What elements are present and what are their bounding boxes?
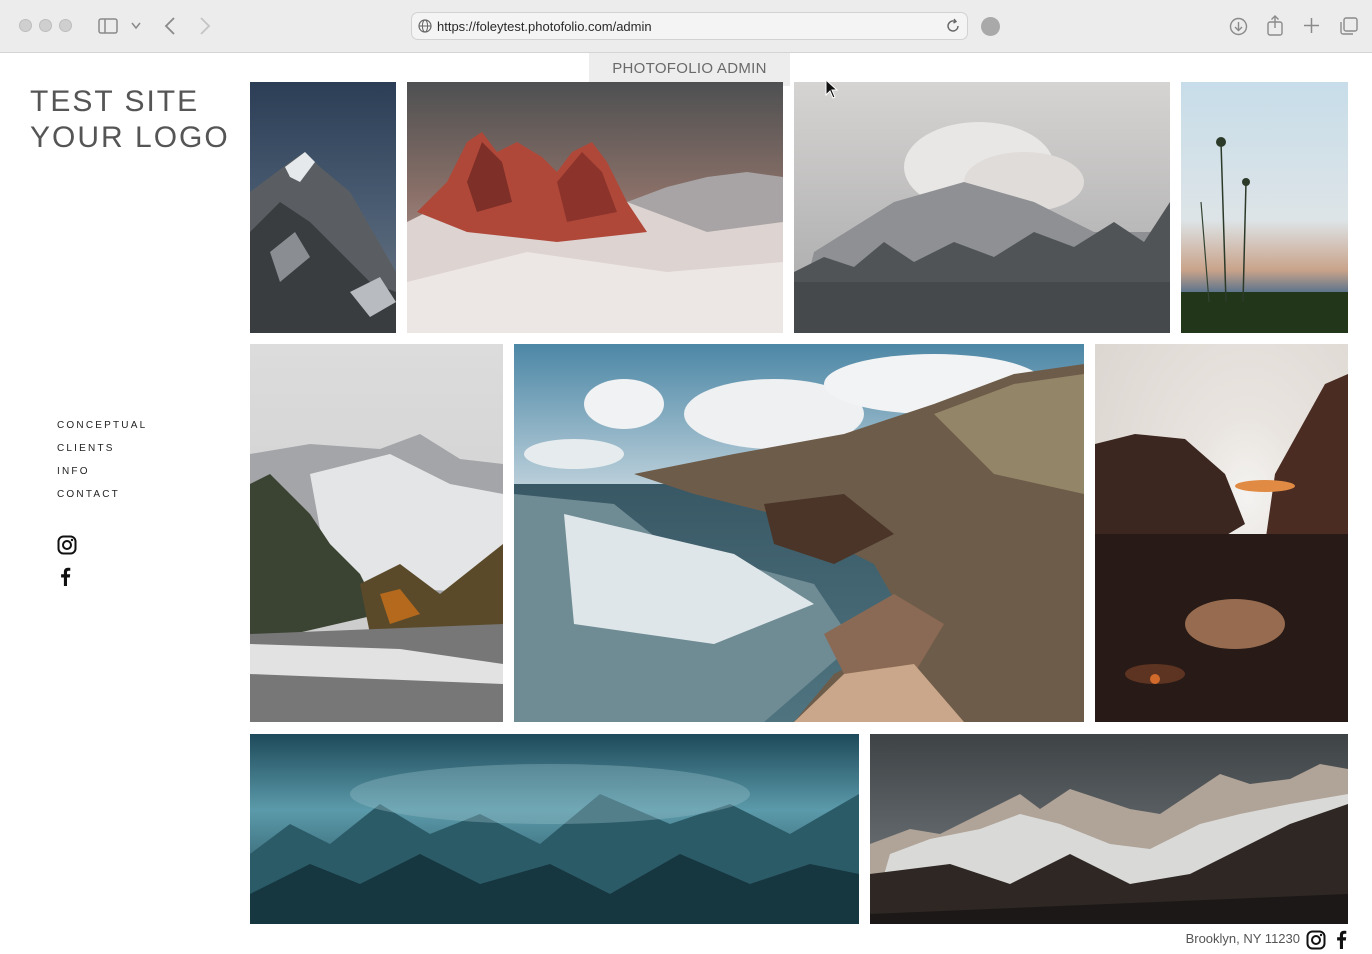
site-logo[interactable]: TEST SITE YOUR LOGO	[30, 84, 230, 156]
facebook-icon[interactable]	[60, 567, 71, 586]
photo-snowy-peak-night[interactable]	[250, 82, 396, 333]
share-icon[interactable]	[1267, 15, 1283, 36]
photo-misty-teal-forest[interactable]	[250, 734, 859, 924]
globe-icon	[418, 19, 432, 33]
footer-location: Brooklyn, NY 11230	[1185, 931, 1300, 946]
zoom-window-button[interactable]	[59, 19, 72, 32]
photo-sunset-rocks[interactable]	[1095, 344, 1348, 722]
logo-line-1: TEST SITE	[30, 85, 200, 118]
mouse-cursor-icon	[825, 79, 839, 99]
footer-instagram-icon[interactable]	[1306, 930, 1326, 950]
reload-icon[interactable]	[945, 18, 961, 34]
photo-cloudy-mountain-forest[interactable]	[794, 82, 1170, 333]
forward-icon[interactable]	[199, 17, 211, 35]
photo-red-rock-mountain[interactable]	[407, 82, 783, 333]
nav-contact[interactable]: CONTACT	[57, 488, 147, 511]
logo-line-2: YOUR LOGO	[30, 121, 230, 154]
tabs-overview-icon[interactable]	[1340, 17, 1358, 35]
back-icon[interactable]	[164, 17, 176, 35]
photo-snowy-valley-river[interactable]	[250, 344, 503, 722]
address-bar[interactable]: https://foleytest.photofolio.com/admin	[411, 12, 968, 40]
photo-grass-silhouette[interactable]	[1181, 82, 1348, 333]
download-icon[interactable]	[1229, 17, 1248, 36]
photo-coastal-cliffs[interactable]	[514, 344, 1084, 722]
minimize-window-button[interactable]	[39, 19, 52, 32]
instagram-icon[interactable]	[57, 535, 77, 555]
nav-info[interactable]: INFO	[57, 465, 147, 488]
footer-facebook-icon[interactable]	[1336, 930, 1347, 949]
sidebar-icon[interactable]	[98, 18, 118, 34]
url-text: https://foleytest.photofolio.com/admin	[437, 19, 652, 34]
new-tab-icon[interactable]	[1304, 18, 1319, 33]
chevron-down-icon[interactable]	[131, 22, 141, 30]
site-navigation: CONCEPTUAL CLIENTS INFO CONTACT	[57, 419, 147, 511]
close-window-button[interactable]	[19, 19, 32, 32]
nav-conceptual[interactable]: CONCEPTUAL	[57, 419, 147, 442]
photo-mountain-range-dusk[interactable]	[870, 734, 1348, 924]
nav-clients[interactable]: CLIENTS	[57, 442, 147, 465]
extension-icon[interactable]	[981, 17, 1000, 36]
browser-toolbar: https://foleytest.photofolio.com/admin	[0, 0, 1372, 53]
